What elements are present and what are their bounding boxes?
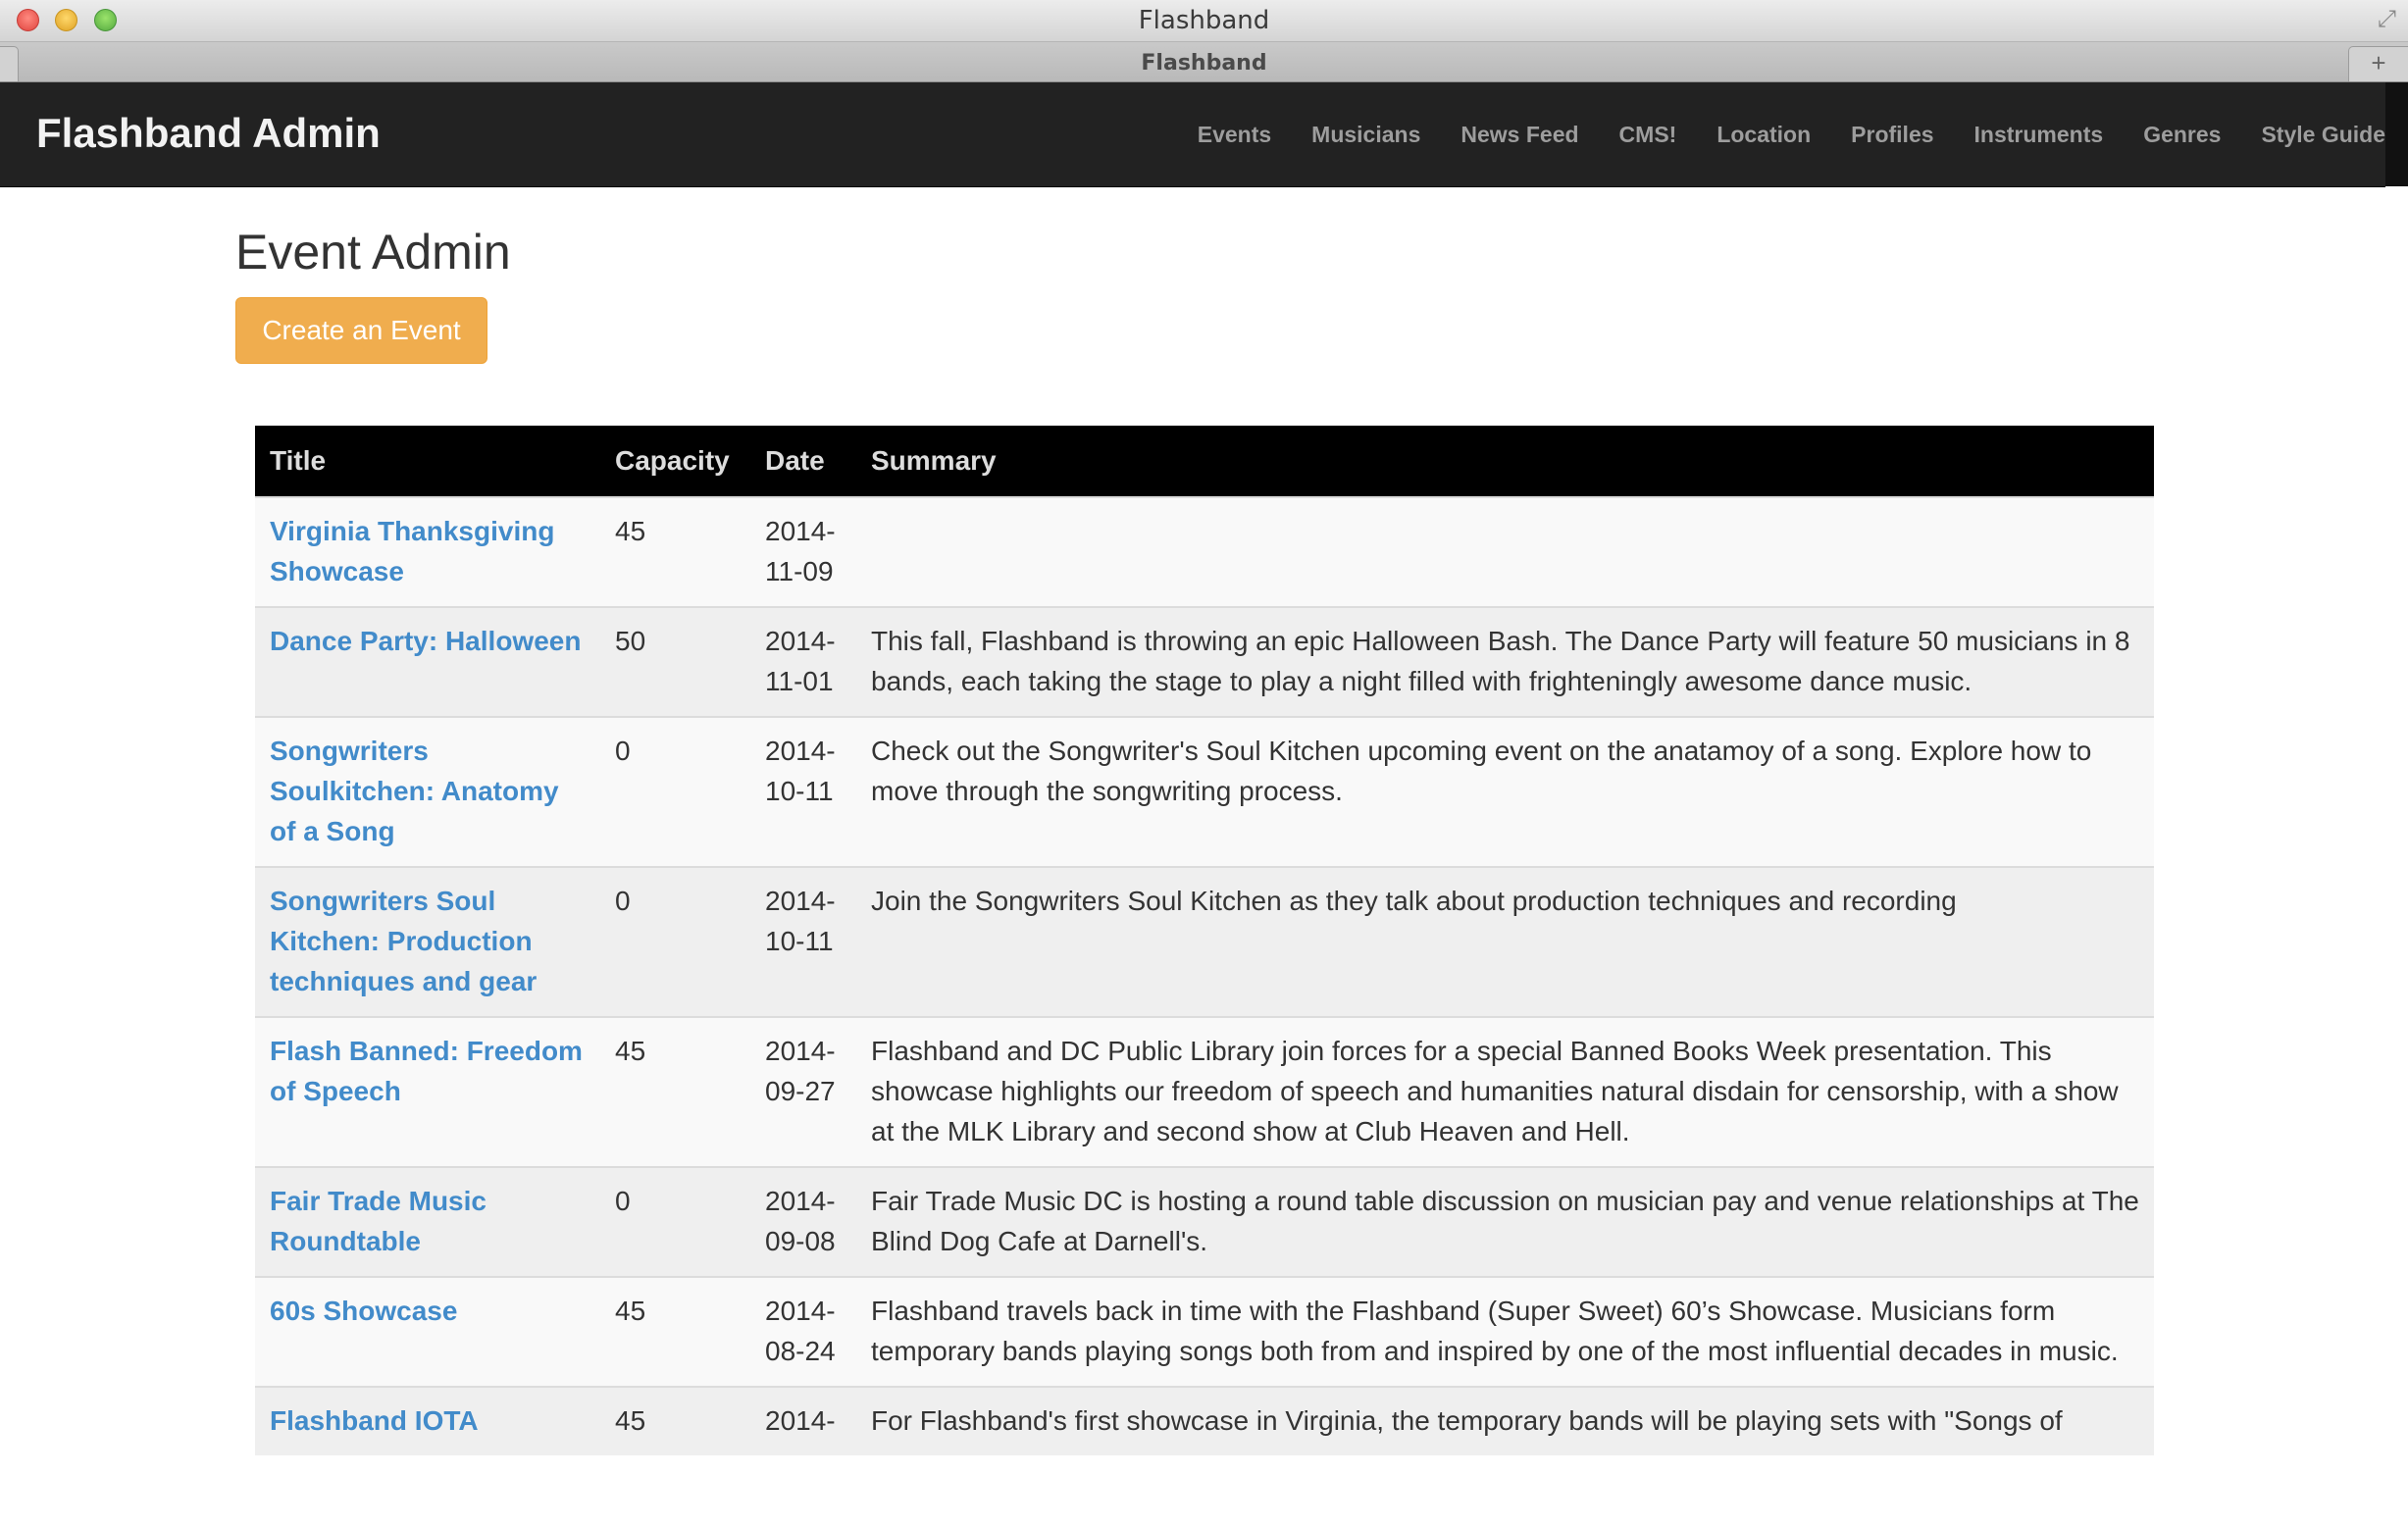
capacity-cell: 0 <box>600 866 750 1017</box>
event-title-link[interactable]: Virginia Thanksgiving Showcase <box>270 516 554 586</box>
capacity-cell: 45 <box>600 1016 750 1167</box>
summary-cell <box>856 496 2154 607</box>
scrollbar[interactable] <box>2385 82 2408 186</box>
date-cell: 2014-09-27 <box>750 1016 856 1167</box>
column-header-title: Title <box>255 426 600 497</box>
tab-flashband[interactable]: Flashband <box>0 51 2408 76</box>
table-header-row: Title Capacity Date Summary <box>255 426 2154 497</box>
nav-link-genres[interactable]: Genres <box>2143 122 2221 148</box>
date-cell: 2014-11-09 <box>750 496 856 607</box>
title-cell: Flash Banned: Freedom of Speech <box>255 1016 600 1167</box>
window-titlebar: Flashband ⤢ <box>0 0 2408 42</box>
column-header-date: Date <box>750 426 856 497</box>
summary-cell: This fall, Flashband is throwing an epic… <box>856 606 2154 717</box>
date-cell: 2014-10-11 <box>750 716 856 867</box>
fullscreen-icon[interactable]: ⤢ <box>2378 6 2396 33</box>
nav-link-events[interactable]: Events <box>1198 122 1271 148</box>
nav-link-news-feed[interactable]: News Feed <box>1460 122 1578 148</box>
table-row: Flash Banned: Freedom of Speech 45 2014-… <box>255 1016 2154 1167</box>
nav-link-cms[interactable]: CMS! <box>1619 122 1677 148</box>
summary-cell: Fair Trade Music DC is hosting a round t… <box>856 1166 2154 1277</box>
title-cell: Songwriters Soulkitchen: Anatomy of a So… <box>255 716 600 867</box>
event-title-link[interactable]: Flashband IOTA <box>270 1405 479 1436</box>
event-title-link[interactable]: Dance Party: Halloween <box>270 626 581 656</box>
event-title-link[interactable]: Songwriters Soulkitchen: Anatomy of a So… <box>270 736 559 846</box>
column-header-summary: Summary <box>856 426 2154 497</box>
summary-cell: Flashband and DC Public Library join for… <box>856 1016 2154 1167</box>
table-row: Fair Trade Music Roundtable 0 2014-09-08… <box>255 1166 2154 1277</box>
event-title-link[interactable]: 60s Showcase <box>270 1296 457 1326</box>
capacity-cell: 0 <box>600 716 750 867</box>
title-cell: 60s Showcase <box>255 1276 600 1387</box>
title-cell: Dance Party: Halloween <box>255 606 600 717</box>
date-cell: 2014- <box>750 1386 856 1455</box>
date-cell: 2014-10-11 <box>750 866 856 1017</box>
table-row: 60s Showcase 45 2014-08-24 Flashband tra… <box>255 1276 2154 1387</box>
nav-link-style-guide[interactable]: Style Guide <box>2261 122 2385 148</box>
table-row: Songwriters Soul Kitchen: Production tec… <box>255 866 2154 1017</box>
event-title-link[interactable]: Flash Banned: Freedom of Speech <box>270 1036 583 1106</box>
title-cell: Songwriters Soul Kitchen: Production tec… <box>255 866 600 1017</box>
capacity-cell: 45 <box>600 496 750 607</box>
tab-bar: Flashband + <box>0 42 2408 82</box>
event-title-link[interactable]: Songwriters Soul Kitchen: Production tec… <box>270 886 537 996</box>
date-cell: 2014-08-24 <box>750 1276 856 1387</box>
summary-cell: Join the Songwriters Soul Kitchen as the… <box>856 866 2154 1017</box>
column-header-capacity: Capacity <box>600 426 750 497</box>
summary-cell: Check out the Songwriter's Soul Kitchen … <box>856 716 2154 867</box>
event-title-link[interactable]: Fair Trade Music Roundtable <box>270 1186 487 1256</box>
table-row: Songwriters Soulkitchen: Anatomy of a So… <box>255 716 2154 867</box>
table-row: Dance Party: Halloween 50 2014-11-01 Thi… <box>255 606 2154 717</box>
navbar: Flashband Admin Events Musicians News Fe… <box>0 82 2385 187</box>
nav-link-location[interactable]: Location <box>1716 122 1811 148</box>
new-tab-button[interactable]: + <box>2348 46 2408 81</box>
events-table: Title Capacity Date Summary Virginia Tha… <box>255 426 2154 1455</box>
table-row: Flashband IOTA 45 2014- For Flashband's … <box>255 1386 2154 1455</box>
capacity-cell: 50 <box>600 606 750 717</box>
nav-link-musicians[interactable]: Musicians <box>1311 122 1420 148</box>
table-row: Virginia Thanksgiving Showcase 45 2014-1… <box>255 496 2154 607</box>
brand-link[interactable]: Flashband Admin <box>36 110 381 157</box>
nav-link-profiles[interactable]: Profiles <box>1851 122 1933 148</box>
capacity-cell: 45 <box>600 1386 750 1455</box>
page-title: Event Admin <box>235 225 511 280</box>
nav-links: Events Musicians News Feed CMS! Location… <box>1157 82 2385 186</box>
nav-link-instruments[interactable]: Instruments <box>1974 122 2104 148</box>
summary-cell: Flashband travels back in time with the … <box>856 1276 2154 1387</box>
date-cell: 2014-11-01 <box>750 606 856 717</box>
date-cell: 2014-09-08 <box>750 1166 856 1277</box>
capacity-cell: 45 <box>600 1276 750 1387</box>
title-cell: Virginia Thanksgiving Showcase <box>255 496 600 607</box>
capacity-cell: 0 <box>600 1166 750 1277</box>
title-cell: Flashband IOTA <box>255 1386 600 1455</box>
create-event-button[interactable]: Create an Event <box>235 297 487 364</box>
title-cell: Fair Trade Music Roundtable <box>255 1166 600 1277</box>
window-title: Flashband <box>1138 6 1270 35</box>
summary-cell: For Flashband's first showcase in Virgin… <box>856 1386 2154 1455</box>
